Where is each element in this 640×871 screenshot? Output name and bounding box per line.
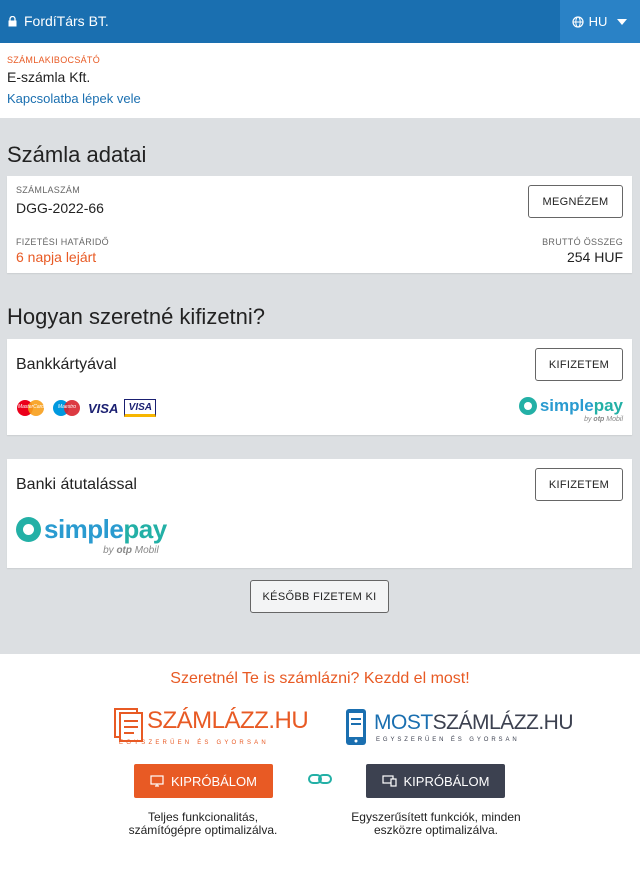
simplepay-logo-small: simplepay by otp Mobil xyxy=(518,396,623,423)
maestro-logo: Maestro xyxy=(52,399,82,417)
card-payment-option: Bankkártyával KIFIZETEM MasterCard Maest… xyxy=(7,339,632,435)
bank-transfer-label: Banki átutalással xyxy=(16,476,137,493)
pay-by-transfer-button[interactable]: KIFIZETEM xyxy=(535,468,623,501)
mastercard-logo: MasterCard xyxy=(16,399,46,417)
szamlazz-logo: SZÁMLÁZZ.HU EGYSZERŰEN ÉS GYORSAN xyxy=(114,706,309,750)
visa-electron-logo: VISA xyxy=(124,399,157,417)
view-invoice-button[interactable]: MEGNÉZEM xyxy=(528,185,623,218)
promo-headline: Szeretnél Te is számlázni? Kezdd el most… xyxy=(170,670,470,687)
due-date-label: FIZETÉSI HATÁRIDŐ xyxy=(16,237,109,247)
caret-down-icon xyxy=(617,18,628,25)
monitor-icon xyxy=(150,775,164,787)
gross-amount-label: BRUTTÓ ÖSSZEG xyxy=(542,237,623,247)
pay-later-button[interactable]: KÉSŐBB FIZETEM KI xyxy=(250,580,389,613)
language-code: HU xyxy=(588,14,608,29)
main-content: Számla adatai SZÁMLASZÁM DGG-2022-66 MEG… xyxy=(0,118,640,654)
pay-by-card-button[interactable]: KIFIZETEM xyxy=(535,348,623,381)
brand: FordíTárs BT. xyxy=(8,13,109,29)
link-icon xyxy=(308,774,332,784)
payment-section-title: Hogyan szeretné kifizetni? xyxy=(7,304,266,329)
szamlazz-description: Teljes funkcionalitás, számítógépre opti… xyxy=(128,810,278,837)
globe-icon xyxy=(572,15,584,28)
promo-section: Szeretnél Te is számlázni? Kezdd el most… xyxy=(0,654,640,871)
invoice-number-label: SZÁMLASZÁM xyxy=(16,185,81,195)
mostszamlazz-logo: MOSTSZÁMLÁZZ.HU EGYSZERŰEN ÉS GYORSAN xyxy=(345,708,574,748)
visa-logo: VISA xyxy=(88,400,119,416)
mobile-phone-icon xyxy=(346,709,366,745)
try-mostszamlazz-button[interactable]: KIPRÓBÁLOM xyxy=(366,764,505,798)
simplepay-logo-large: simplepay by otp Mobil xyxy=(16,514,167,556)
szamlazz-document-icon xyxy=(114,708,143,742)
card-brand-logos: MasterCard Maestro VISA VISA xyxy=(16,399,157,417)
invoice-number: DGG-2022-66 xyxy=(16,200,104,216)
brand-name: FordíTárs BT. xyxy=(24,13,109,29)
try-szamlazz-button[interactable]: KIPRÓBÁLOM xyxy=(134,764,273,798)
bank-transfer-option: Banki átutalással KIFIZETEM simplepay by… xyxy=(7,459,632,568)
issuer-section: SZÁMLAKIBOCSÁTÓ E-számla Kft. Kapcsolatb… xyxy=(0,43,640,118)
mostszamlazz-description: Egyszerűsített funkciók, minden eszközre… xyxy=(351,810,521,837)
invoice-section-title: Számla adatai xyxy=(7,142,147,167)
top-bar: FordíTárs BT. HU xyxy=(0,0,640,43)
language-selector[interactable]: HU xyxy=(560,0,640,43)
devices-icon xyxy=(381,775,397,787)
contact-issuer-link[interactable]: Kapcsolatba lépek vele xyxy=(7,91,141,106)
issuer-caption: SZÁMLAKIBOCSÁTÓ xyxy=(7,55,101,65)
invoice-card: SZÁMLASZÁM DGG-2022-66 MEGNÉZEM FIZETÉSI… xyxy=(7,176,632,273)
lock-icon xyxy=(8,15,17,26)
issuer-name: E-számla Kft. xyxy=(7,69,91,85)
card-payment-label: Bankkártyával xyxy=(16,356,117,373)
gross-amount: 254 HUF xyxy=(566,249,623,265)
due-status: 6 napja lejárt xyxy=(16,249,97,265)
